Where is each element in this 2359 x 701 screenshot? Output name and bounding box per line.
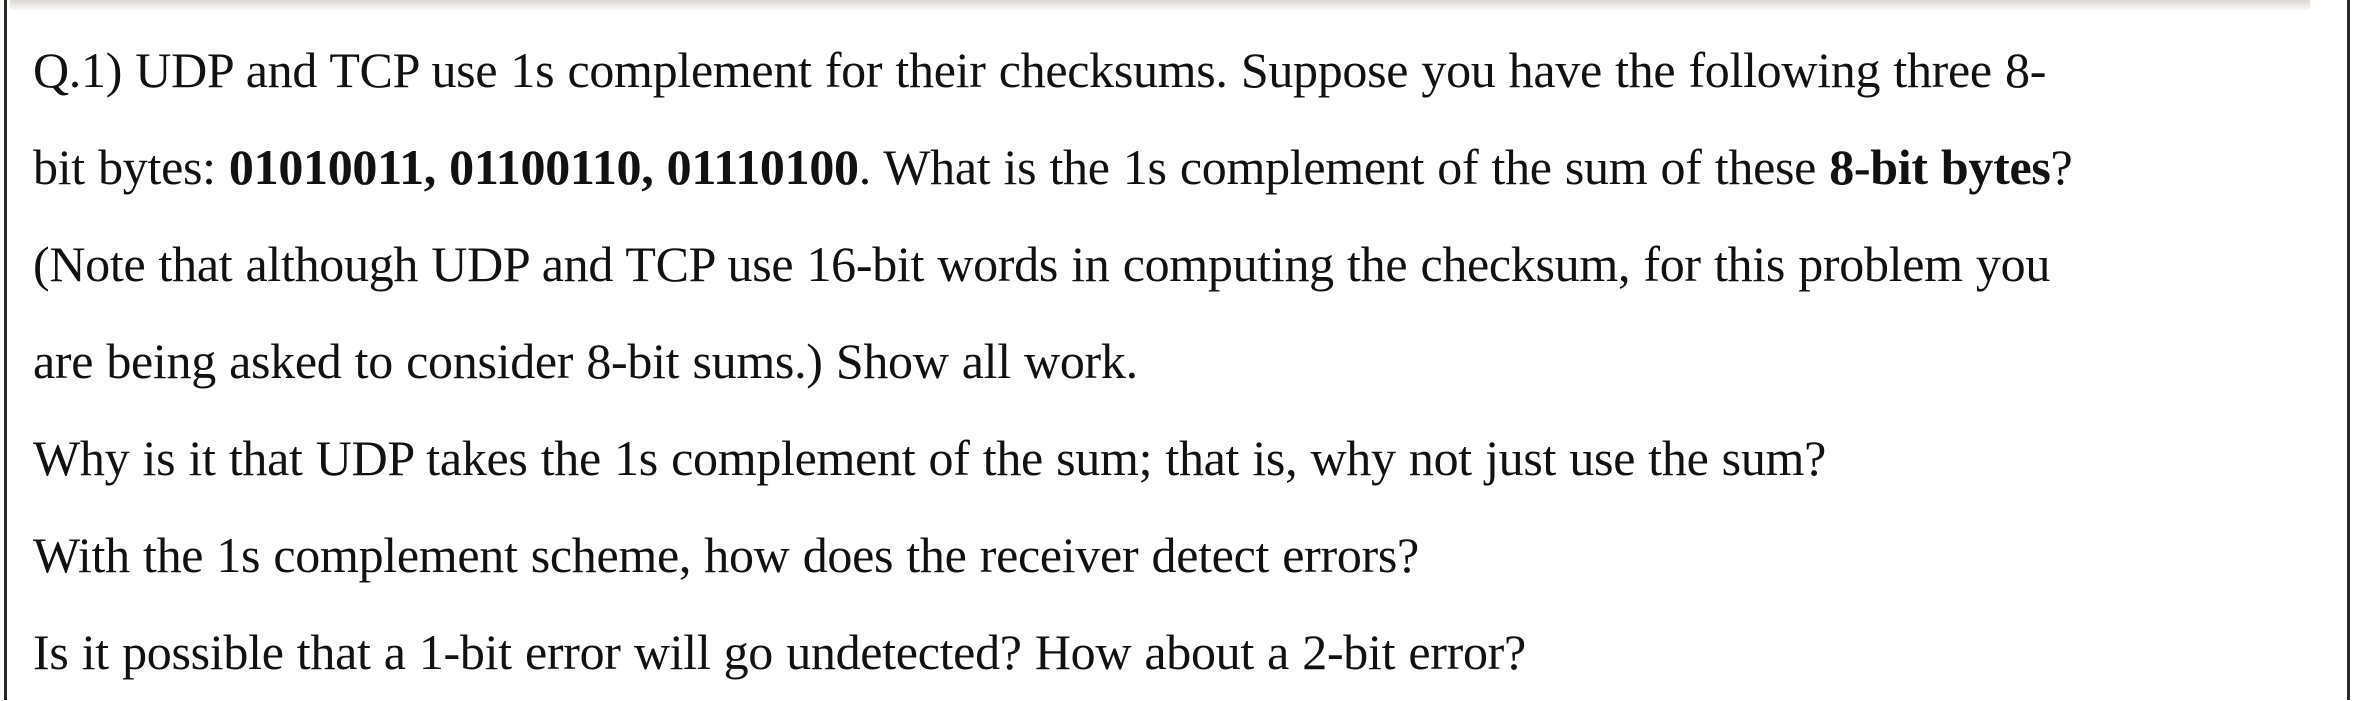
line-2-text-c: ? bbox=[2050, 139, 2073, 195]
eight-bit-bytes-emphasis: 8-bit bytes bbox=[1829, 139, 2051, 195]
question-line-3: (Note that although UDP and TCP use 16-b… bbox=[33, 216, 2343, 313]
question-line-1: Q.1) UDP and TCP use 1s complement for t… bbox=[33, 22, 2343, 119]
line-4-text: are being asked to consider 8-bit sums.)… bbox=[33, 333, 1138, 389]
line-5-text: Why is it that UDP takes the 1s compleme… bbox=[33, 430, 1827, 486]
line-2-text-a: bit bytes: bbox=[33, 139, 229, 195]
question-line-2: bit bytes: 01010011, 01100110, 01110100.… bbox=[33, 119, 2343, 216]
line-1-text: Q.1) UDP and TCP use 1s complement for t… bbox=[33, 42, 2047, 98]
question-box: Q.1) UDP and TCP use 1s complement for t… bbox=[4, 0, 2350, 700]
line-6-text: With the 1s complement scheme, how does … bbox=[33, 527, 1419, 583]
line-2-text-b: . What is the 1s complement of the sum o… bbox=[858, 139, 1830, 195]
question-line-7: Is it possible that a 1-bit error will g… bbox=[33, 604, 2343, 701]
question-line-6: With the 1s complement scheme, how does … bbox=[33, 507, 2343, 604]
line-3-text: (Note that although UDP and TCP use 16-b… bbox=[33, 236, 2051, 292]
bytes-list: 01010011, 01100110, 01110100 bbox=[228, 139, 859, 195]
question-text: Q.1) UDP and TCP use 1s complement for t… bbox=[33, 22, 2343, 701]
question-line-5: Why is it that UDP takes the 1s compleme… bbox=[33, 410, 2343, 507]
question-line-4: are being asked to consider 8-bit sums.)… bbox=[33, 313, 2343, 410]
line-7-text: Is it possible that a 1-bit error will g… bbox=[33, 624, 1526, 680]
